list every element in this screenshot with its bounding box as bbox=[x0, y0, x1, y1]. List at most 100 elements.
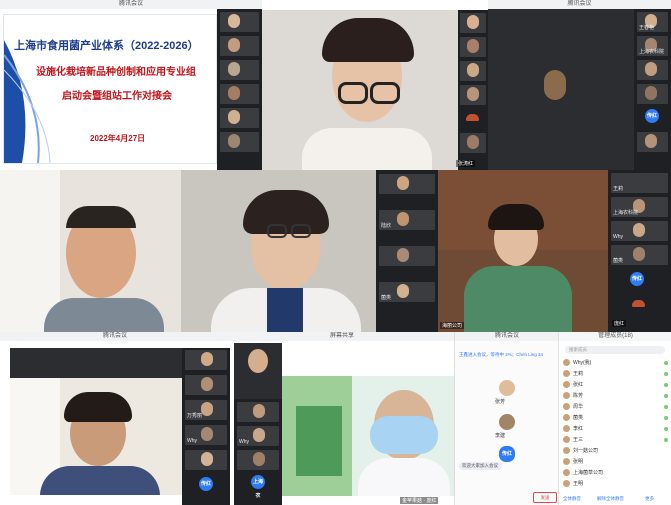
mute-all-button[interactable]: 全体静音 bbox=[563, 494, 581, 503]
search-placeholder: 搜索成员 bbox=[569, 347, 587, 352]
participant-thumb[interactable] bbox=[220, 84, 259, 104]
member-row[interactable]: 王莉 bbox=[563, 370, 583, 378]
mic-icon bbox=[664, 427, 668, 431]
mic-icon bbox=[664, 383, 668, 387]
avatar-badge: 传红 bbox=[630, 272, 644, 286]
participant-thumb[interactable] bbox=[237, 402, 279, 422]
slide-subtitle: 设施化栽培新品种创制和应用专业组 bbox=[36, 67, 196, 78]
tile-screen-share: 屏幕共享 Why 上海农 金苹果菇 · 庞红 bbox=[230, 332, 454, 505]
slide: 上海市食用菌产业体系（2022-2026） 设施化栽培新品种创制和应用专业组 启… bbox=[3, 14, 217, 164]
member-row[interactable]: Why(我) bbox=[563, 359, 591, 367]
participant-sidebar[interactable]: 万秀丽 Why 传红 bbox=[182, 348, 230, 505]
member-row[interactable]: 张明 bbox=[563, 458, 583, 466]
participant-sidebar[interactable] bbox=[217, 9, 262, 170]
person-hair bbox=[66, 206, 136, 228]
participant-thumb[interactable] bbox=[637, 132, 668, 152]
mic-icon bbox=[664, 361, 668, 365]
participant-thumb[interactable]: Why bbox=[185, 425, 227, 445]
participant-thumb[interactable] bbox=[460, 61, 486, 81]
member-name: 李建 bbox=[495, 433, 506, 439]
participant-thumb[interactable] bbox=[379, 174, 435, 194]
participant-thumb[interactable] bbox=[637, 84, 668, 104]
unmute-all-button[interactable]: 解除全体静音 bbox=[597, 494, 624, 503]
participant-thumb[interactable] bbox=[220, 12, 259, 32]
glasses-icon bbox=[370, 82, 400, 104]
mushroom-icon bbox=[632, 300, 645, 307]
video-gap bbox=[234, 343, 282, 399]
tile-video-man bbox=[0, 170, 181, 332]
participant-thumb[interactable]: 上海农科院 bbox=[611, 197, 668, 217]
person-hair bbox=[322, 18, 414, 62]
face-mask bbox=[370, 416, 438, 454]
participant-sidebar[interactable]: 张涛红 bbox=[456, 10, 488, 170]
member-row[interactable]: 王三 bbox=[563, 436, 583, 444]
window-titlebar: 腾讯会议 bbox=[0, 332, 230, 341]
member-row[interactable]: 上海菌草公司 bbox=[563, 469, 603, 477]
speaker-name: 海丽公司 bbox=[440, 322, 465, 329]
member-row[interactable]: 周华 bbox=[563, 403, 583, 411]
participant-thumb[interactable]: 陆欣 bbox=[379, 210, 435, 230]
slide-subtitle-2: 启动会暨组站工作对接会 bbox=[62, 91, 172, 102]
member-row[interactable]: 李红 bbox=[563, 425, 583, 433]
participant-thumb[interactable]: Why bbox=[611, 221, 668, 241]
participant-thumb[interactable] bbox=[637, 60, 668, 80]
participant-thumb[interactable] bbox=[460, 133, 486, 153]
window-titlebar: 腾讯会议 bbox=[488, 0, 671, 9]
member-search-input[interactable]: 搜索成员 bbox=[565, 346, 665, 354]
participant-thumb[interactable] bbox=[185, 450, 227, 470]
member-row[interactable]: 刘一菇公司 bbox=[563, 447, 598, 455]
tile-slide-share: 腾讯会议 上海市食用菌产业体系（2022-2026） 设施化栽培新品种创制和应用… bbox=[0, 0, 262, 170]
person-shirt bbox=[44, 298, 164, 332]
participant-thumb[interactable]: 王莉 bbox=[611, 173, 668, 193]
tile-meeting-window-2: 腾讯会议 万秀丽 Why 传红 bbox=[0, 332, 230, 505]
participant-thumb[interactable]: Why bbox=[237, 426, 279, 446]
participant-thumb[interactable]: 上海农科院 bbox=[637, 36, 668, 56]
participant-thumb[interactable]: 菌类 bbox=[611, 245, 668, 265]
member-row[interactable]: 菌类 bbox=[563, 414, 583, 422]
participant-thumb[interactable] bbox=[220, 132, 259, 152]
participant-thumb[interactable] bbox=[220, 108, 259, 128]
avatar bbox=[499, 380, 515, 396]
mic-icon bbox=[664, 438, 668, 442]
participant-thumb[interactable] bbox=[460, 13, 486, 33]
mic-icon bbox=[664, 405, 668, 409]
mic-icon bbox=[664, 394, 668, 398]
participant-name: 庞红 bbox=[612, 320, 627, 327]
participant-thumb[interactable]: 王春艳 bbox=[637, 12, 668, 32]
participants-panel: 管理成员(18) 搜索成员 Why(我) 王莉 张红 陈芳 周华 菌类 李红 王… bbox=[558, 332, 671, 505]
participants-footer: 全体静音 解除全体静音 更多 bbox=[563, 494, 667, 503]
send-button[interactable]: 发送 bbox=[533, 492, 557, 503]
member-row[interactable]: 王明 bbox=[563, 480, 583, 488]
person-shirt bbox=[267, 288, 303, 332]
participant-thumb[interactable]: 万秀丽 bbox=[185, 400, 227, 420]
participant-sidebar[interactable]: Why 上海农 bbox=[234, 399, 282, 505]
participant-sidebar[interactable]: 王莉 上海农科院 Why 菌类 传红 庞红 bbox=[608, 170, 671, 332]
mushroom-icon bbox=[466, 114, 479, 121]
member-row[interactable]: 陈芳 bbox=[563, 392, 583, 400]
avatar-badge: 传红 bbox=[199, 477, 213, 491]
participant-thumb[interactable] bbox=[379, 246, 435, 266]
glasses-icon bbox=[291, 224, 311, 238]
chat-input[interactable]: 欢迎大家加入会议 bbox=[459, 462, 502, 470]
participant-thumb[interactable] bbox=[185, 375, 227, 395]
tile-video-speaker bbox=[262, 10, 458, 170]
chat-notice: 王鑫进入会议，等待中 2%；Chen Ling 34 bbox=[459, 352, 544, 357]
participant-thumb[interactable]: 菌类 bbox=[379, 282, 435, 302]
member-name: 张芳 bbox=[495, 399, 506, 405]
participant-thumb[interactable] bbox=[185, 350, 227, 370]
more-button[interactable]: 更多 bbox=[645, 494, 654, 503]
glasses-icon bbox=[338, 82, 368, 104]
participant-sidebar[interactable]: 王春艳 上海农科院 传红 bbox=[634, 9, 671, 170]
member-row[interactable]: 张红 bbox=[563, 381, 583, 389]
participant-thumb[interactable] bbox=[220, 36, 259, 56]
tile-video-woman-2: 海丽公司 bbox=[438, 170, 608, 332]
speaker-name: 金苹果菇 · 庞红 bbox=[400, 497, 439, 504]
participant-sidebar[interactable]: 陆欣 菌类 bbox=[376, 170, 438, 332]
participant-thumb[interactable] bbox=[460, 37, 486, 57]
participant-thumb[interactable] bbox=[220, 60, 259, 80]
participant-thumb[interactable] bbox=[237, 450, 279, 470]
person-hair bbox=[488, 204, 544, 230]
video-frame bbox=[10, 378, 182, 495]
glasses-icon bbox=[267, 224, 287, 238]
participant-thumb[interactable] bbox=[460, 85, 486, 105]
